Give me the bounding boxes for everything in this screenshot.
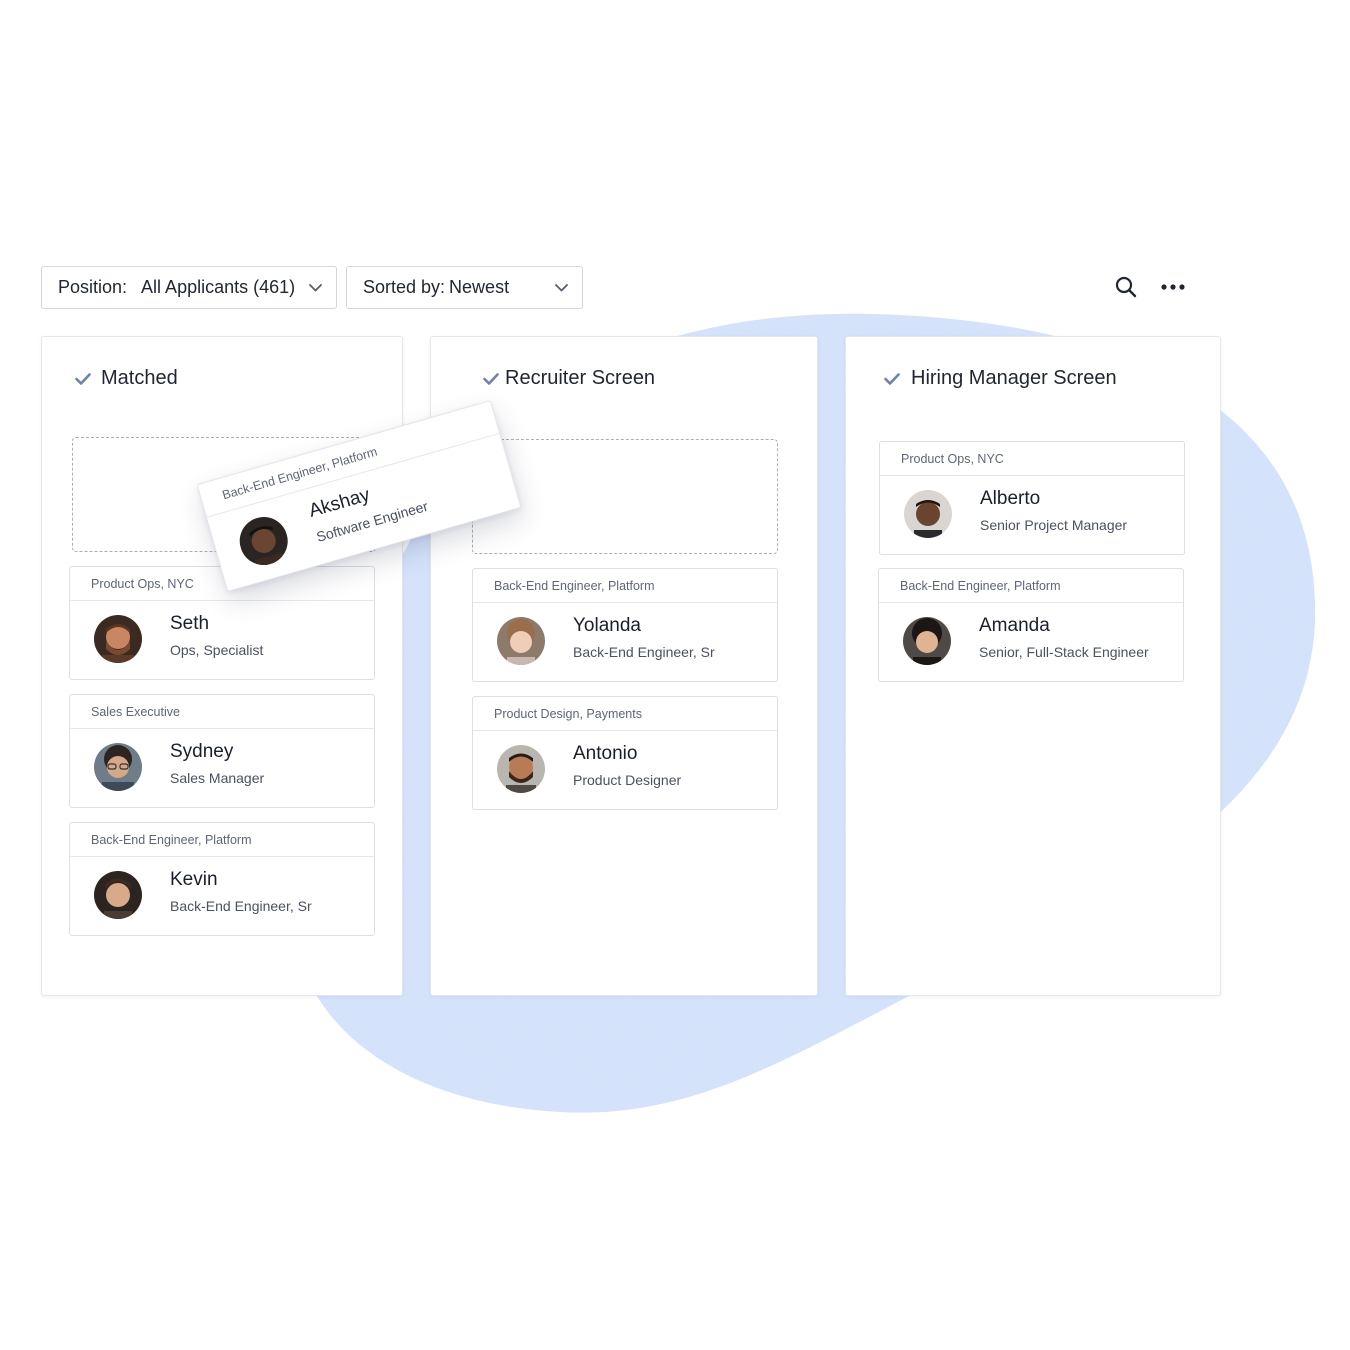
position-filter-value: All Applicants (461) <box>141 277 296 297</box>
avatar <box>904 490 952 538</box>
candidate-card[interactable]: Sales Executive Sydney Sales Manager <box>69 694 375 808</box>
candidate-card[interactable]: Product Design, Payments Antonio Product… <box>472 696 778 810</box>
check-icon <box>75 370 93 388</box>
candidate-role: Product Designer <box>573 772 682 788</box>
candidate-card[interactable]: Back-End Engineer, Platform Yolanda Back… <box>472 568 778 682</box>
card-position: Sales Executive <box>70 695 374 729</box>
candidate-card[interactable]: Product Ops, NYC Alberto Senior Project … <box>879 441 1185 555</box>
candidate-card[interactable]: Product Ops, NYC Seth Ops, Specialist <box>69 566 375 680</box>
column-title: Hiring Manager Screen <box>884 367 1117 390</box>
sort-select[interactable]: Sorted by: Newest <box>346 266 583 309</box>
column-hiring-manager-screen: Hiring Manager Screen Product Ops, NYC A… <box>845 336 1221 996</box>
avatar <box>94 871 142 919</box>
column-title-text: Matched <box>101 367 178 389</box>
card-position: Back-End Engineer, Platform <box>473 569 777 603</box>
search-icon[interactable] <box>1111 272 1141 302</box>
candidate-name: Antonio <box>573 743 638 764</box>
chevron-down-icon <box>554 281 568 295</box>
sort-label: Sorted by: <box>363 277 446 297</box>
avatar <box>234 511 294 571</box>
avatar <box>497 617 545 665</box>
candidate-name: Kevin <box>170 869 218 890</box>
column-matched: Matched Product Ops, NYC Seth Ops, Speci… <box>41 336 403 996</box>
position-filter-select[interactable]: Position: All Applicants (461) <box>41 266 337 309</box>
candidate-name: Sydney <box>170 741 234 762</box>
candidate-name: Yolanda <box>573 615 641 636</box>
column-title-text: Recruiter Screen <box>505 367 656 389</box>
candidate-name: Alberto <box>980 488 1041 509</box>
candidate-card[interactable]: Back-End Engineer, Platform Kevin Back-E… <box>69 822 375 936</box>
more-horizontal-icon[interactable] <box>1158 272 1188 302</box>
card-position: Back-End Engineer, Platform <box>879 569 1183 603</box>
avatar <box>94 615 142 663</box>
candidate-card[interactable]: Back-End Engineer, Platform Amanda Senio… <box>878 568 1184 682</box>
candidate-role: Senior Project Manager <box>980 517 1128 533</box>
candidate-name: Amanda <box>979 615 1050 636</box>
column-title-text: Hiring Manager Screen <box>911 367 1117 389</box>
card-position: Back-End Engineer, Platform <box>70 823 374 857</box>
position-filter-label: Position: <box>58 277 128 297</box>
column-title: Matched <box>75 367 178 390</box>
candidate-role: Back-End Engineer, Sr <box>573 644 715 660</box>
avatar <box>903 617 951 665</box>
sort-value: Newest <box>449 277 510 297</box>
card-position: Product Design, Payments <box>473 697 777 731</box>
candidate-role: Back-End Engineer, Sr <box>170 898 312 914</box>
candidate-role: Ops, Specialist <box>170 642 264 658</box>
avatar <box>94 743 142 791</box>
candidate-role: Sales Manager <box>170 770 265 786</box>
candidate-name: Seth <box>170 613 210 634</box>
candidate-role: Senior, Full-Stack Engineer <box>979 644 1149 660</box>
column-title: Recruiter Screen <box>483 367 655 390</box>
check-icon <box>483 370 501 388</box>
card-position: Product Ops, NYC <box>880 442 1184 476</box>
check-icon <box>884 370 902 388</box>
avatar <box>497 745 545 793</box>
chevron-down-icon <box>308 281 322 295</box>
